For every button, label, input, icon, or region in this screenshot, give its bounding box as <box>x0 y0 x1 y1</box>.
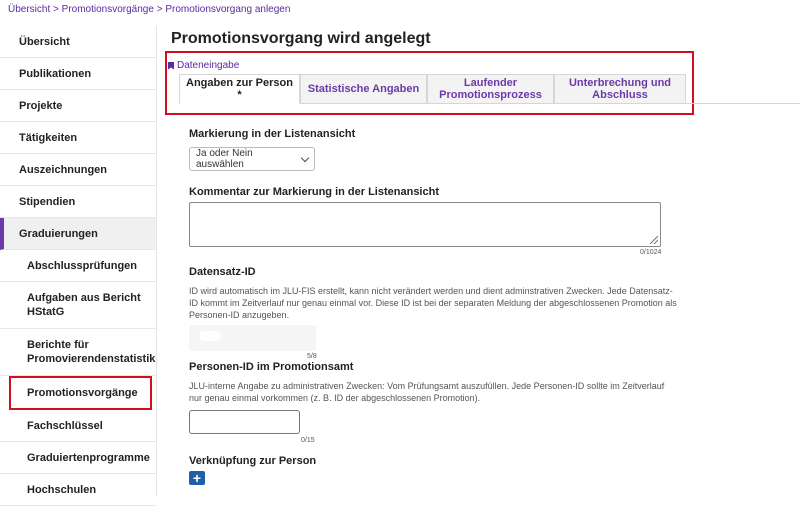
personen-id-label: Personen-ID im Promotionsamt <box>189 361 354 373</box>
sidebar-item-projekte[interactable]: Projekte <box>0 90 156 122</box>
tab-statistische-angaben[interactable]: Statistische Angaben <box>300 74 427 104</box>
sidebar-item-publikationen[interactable]: Publikationen <box>0 58 156 90</box>
datensatz-counter: 5/8 <box>307 353 317 360</box>
tab-laufender-promotionsprozess[interactable]: Laufender Promotionsprozess <box>427 74 554 104</box>
personen-id-input[interactable] <box>189 410 300 434</box>
datensatz-help: ID wird automatisch im JLU-FIS erstellt,… <box>189 286 677 320</box>
sidebar-item-graduierungen[interactable]: Graduierungen <box>0 218 156 250</box>
tab-bar: Angaben zur Person * Statistische Angabe… <box>179 74 686 104</box>
sidebar-subitem-abschlusspruefungen[interactable]: Abschlussprüfungen <box>0 250 156 282</box>
sidebar-subitem-fachschluessel[interactable]: Fachschlüssel <box>0 410 156 442</box>
redacted-value <box>199 331 221 341</box>
resize-grip-icon[interactable] <box>650 236 658 244</box>
verknuepfung-label: Verknüpfung zur Person <box>189 455 317 467</box>
page-title: Promotionsvorgang wird angelegt <box>171 30 431 47</box>
add-person-link-button[interactable]: + <box>189 471 205 485</box>
personen-id-help: JLU-interne Angabe zu administrativen Zw… <box>189 381 665 403</box>
markierung-select[interactable]: Ja oder Nein auswählen <box>189 147 315 171</box>
sidebar-item-taetigkeiten[interactable]: Tätigkeiten <box>0 122 156 154</box>
tab-angaben-zur-person[interactable]: Angaben zur Person * <box>179 74 300 104</box>
sidebar-item-auszeichnungen[interactable]: Auszeichnungen <box>0 154 156 186</box>
sidebar-subitem-hochschulen[interactable]: Hochschulen <box>0 474 156 506</box>
kommentar-textarea[interactable] <box>189 202 661 247</box>
sidebar-item-stipendien[interactable]: Stipendien <box>0 186 156 218</box>
sidebar-item-uebersicht[interactable]: Übersicht <box>0 26 156 58</box>
personen-id-counter: 0/15 <box>301 437 315 444</box>
datensatz-id-field <box>189 325 316 351</box>
breadcrumb-item-overview[interactable]: Übersicht <box>8 4 50 15</box>
breadcrumb-item-anlegen[interactable]: Promotionsvorgang anlegen <box>165 4 290 15</box>
markierung-label: Markierung in der Listenansicht <box>189 128 356 140</box>
kommentar-counter: 0/1024 <box>640 249 662 256</box>
breadcrumb-separator: > <box>53 4 59 15</box>
kommentar-label: Kommentar zur Markierung in der Listenan… <box>189 186 439 198</box>
sidebar: Übersicht Publikationen Projekte Tätigke… <box>0 26 157 506</box>
tab-unterbrechung-und-abschluss[interactable]: Unterbrechung und Abschluss <box>554 74 686 104</box>
breadcrumb-separator: > <box>156 4 163 15</box>
sidebar-subitem-berichte-promovierendenstatistik[interactable]: Berichte für Promovierendenstatistik <box>0 329 156 376</box>
sidebar-subitem-aufgaben-hstatg[interactable]: Aufgaben aus Bericht HStatG <box>0 282 156 329</box>
markierung-select-value: Ja oder Nein auswählen <box>196 148 253 170</box>
chevron-down-icon <box>300 153 310 162</box>
breadcrumb-item-promotionsvorgaenge[interactable]: Promotionsvorgänge <box>62 4 154 15</box>
datensatz-label: Datensatz-ID <box>189 266 256 278</box>
sidebar-subitem-graduiertenprogramme[interactable]: Graduiertenprogramme <box>0 442 156 474</box>
breadcrumb: Übersicht > Promotionsvorgänge > Promoti… <box>8 4 290 15</box>
sidebar-subitem-promotionsvorgaenge[interactable]: Promotionsvorgänge <box>9 376 152 410</box>
